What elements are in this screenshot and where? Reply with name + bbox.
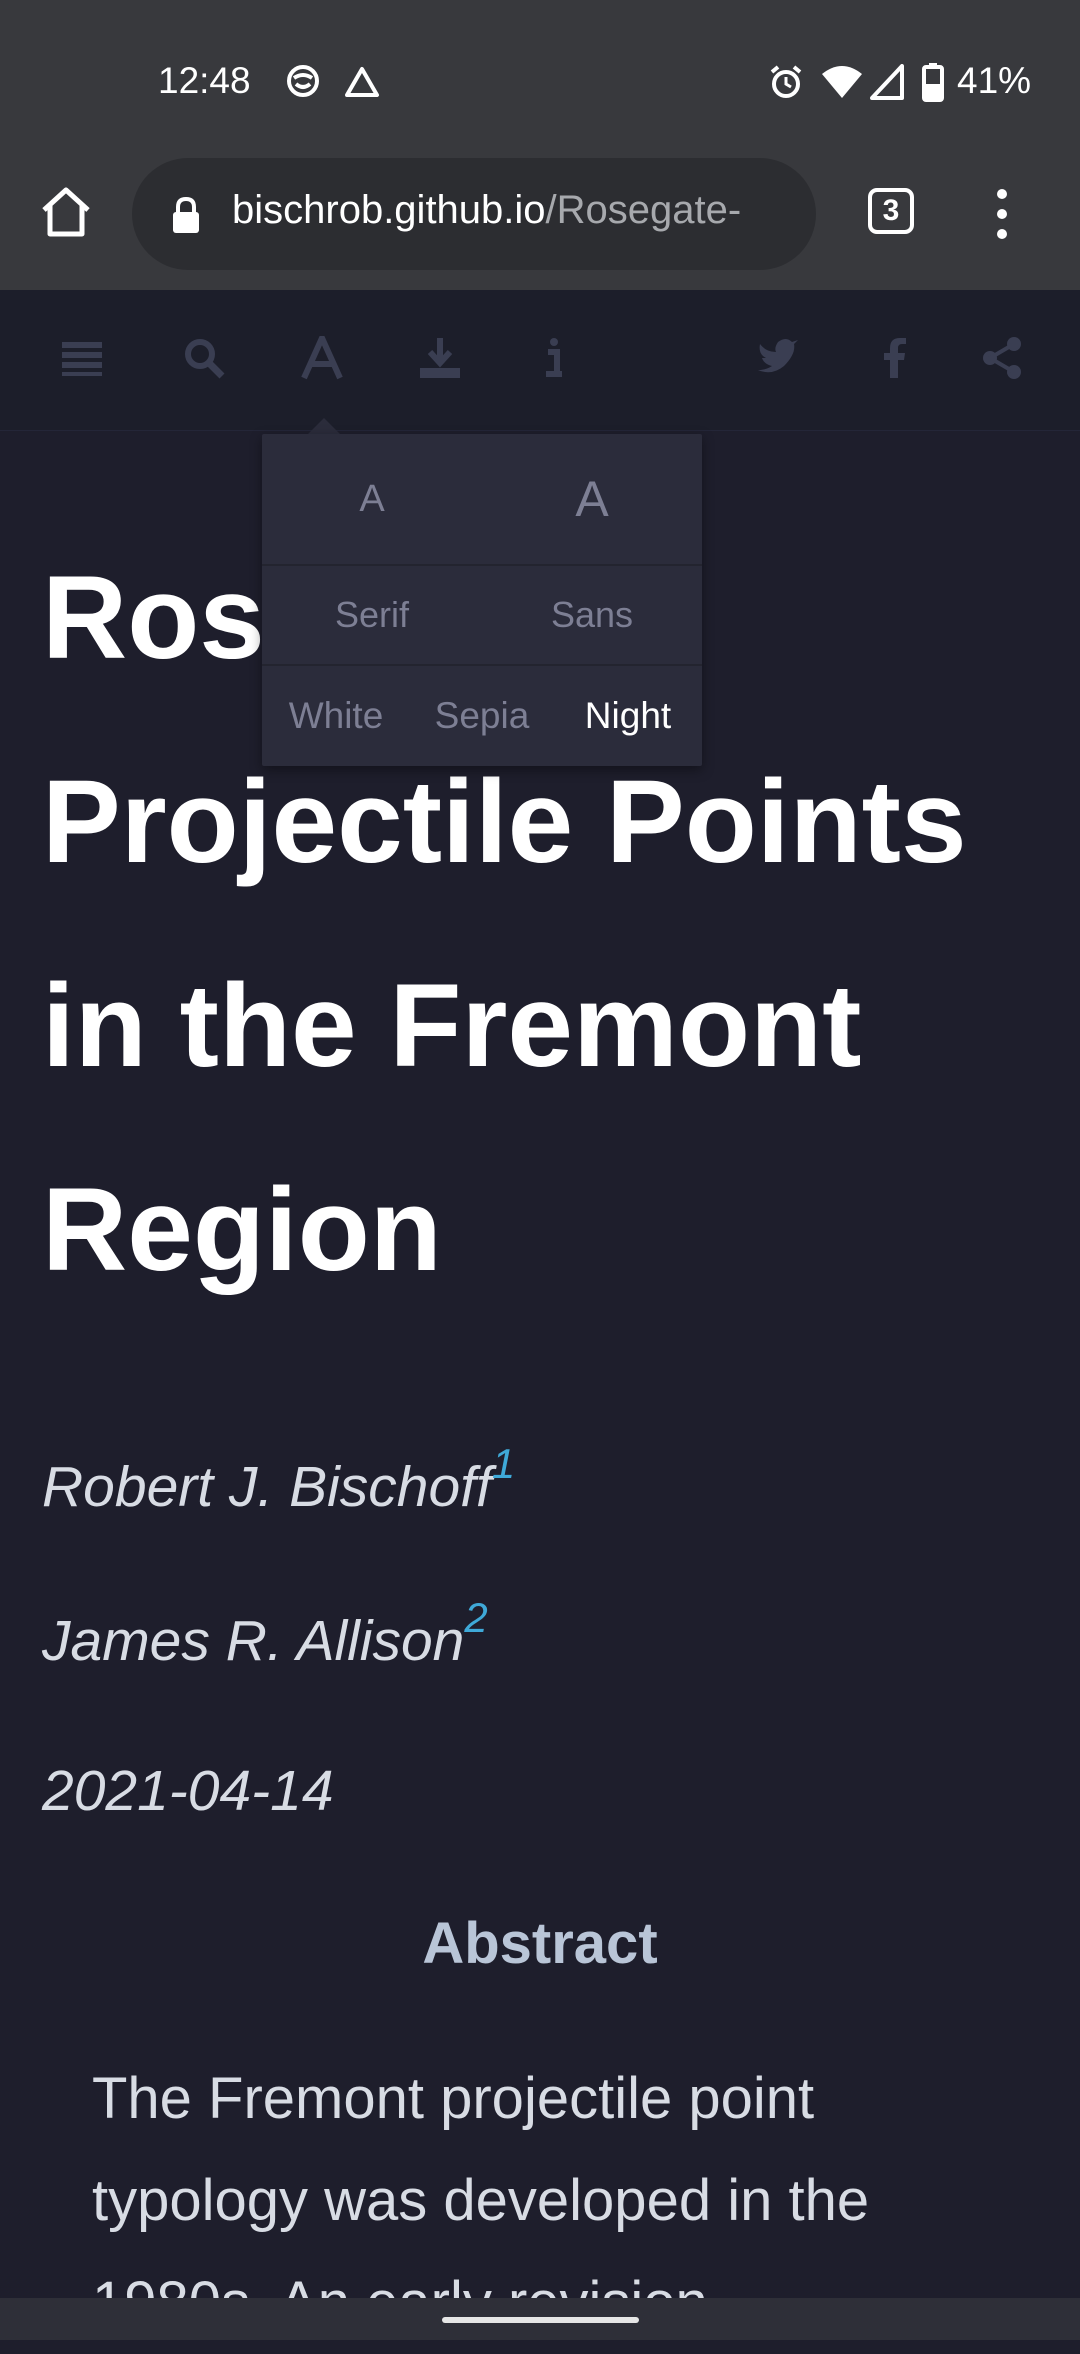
author-2: James R. Allison2: [42, 1594, 488, 1674]
vpn-icon: [287, 65, 319, 97]
battery-percent: 41%: [957, 60, 1032, 101]
drive-icon: [345, 67, 379, 97]
signal-icon: [870, 64, 904, 100]
theme-night-button[interactable]: Night: [554, 666, 702, 766]
decrease-font-size-button[interactable]: A: [262, 434, 482, 564]
tab-switcher-button[interactable]: 3: [868, 188, 914, 234]
font-icon[interactable]: [300, 336, 344, 380]
title-line: Region: [42, 1164, 442, 1296]
theme-row: White Sepia Night: [262, 666, 702, 766]
affiliation-link[interactable]: 2: [464, 1594, 487, 1641]
status-bar: 12:48 41%: [0, 0, 1080, 168]
font-settings-popover: A A Serif Sans White Sepia Night: [262, 434, 702, 766]
facebook-icon[interactable]: [872, 336, 916, 380]
battery-icon: [922, 63, 944, 102]
affiliation-link[interactable]: 1: [492, 1440, 515, 1487]
status-time: 12:48: [158, 60, 251, 101]
share-icon[interactable]: [980, 336, 1024, 380]
abstract-heading: Abstract: [422, 1911, 658, 1976]
theme-white-button[interactable]: White: [262, 666, 410, 766]
home-icon[interactable]: [38, 184, 94, 240]
author-name: Robert J. Bischoff: [42, 1455, 492, 1519]
url-path: /Rosegate-: [545, 188, 742, 232]
twitter-icon[interactable]: [756, 336, 800, 380]
font-size-row: A A: [262, 434, 702, 566]
serif-font-button[interactable]: Serif: [262, 566, 482, 664]
lock-icon: [173, 196, 199, 233]
url-text[interactable]: bischrob.github.io/Rosegate-: [232, 188, 800, 233]
alarm-icon: [770, 65, 802, 98]
overflow-menu-icon[interactable]: [990, 186, 1014, 242]
author-1: Robert J. Bischoff1: [42, 1440, 515, 1520]
abstract-line: The Fremont projectile point: [92, 2066, 815, 2131]
author-name: James R. Allison: [42, 1609, 465, 1673]
increase-font-size-button[interactable]: A: [482, 434, 702, 564]
info-icon[interactable]: [532, 336, 576, 380]
font-face-row: Serif Sans: [262, 566, 702, 666]
wifi-icon: [822, 66, 862, 98]
menu-icon[interactable]: [60, 336, 104, 380]
sans-font-button[interactable]: Sans: [482, 566, 702, 664]
download-icon[interactable]: [418, 336, 462, 380]
abstract-line: typology was developed in the: [92, 2168, 870, 2233]
publication-date: 2021-04-14: [42, 1759, 334, 1823]
search-icon[interactable]: [182, 336, 226, 380]
url-host: bischrob.github.io: [232, 188, 546, 232]
title-line: in the Fremont: [42, 960, 862, 1092]
gesture-handle[interactable]: [442, 2317, 639, 2323]
theme-sepia-button[interactable]: Sepia: [408, 666, 556, 766]
